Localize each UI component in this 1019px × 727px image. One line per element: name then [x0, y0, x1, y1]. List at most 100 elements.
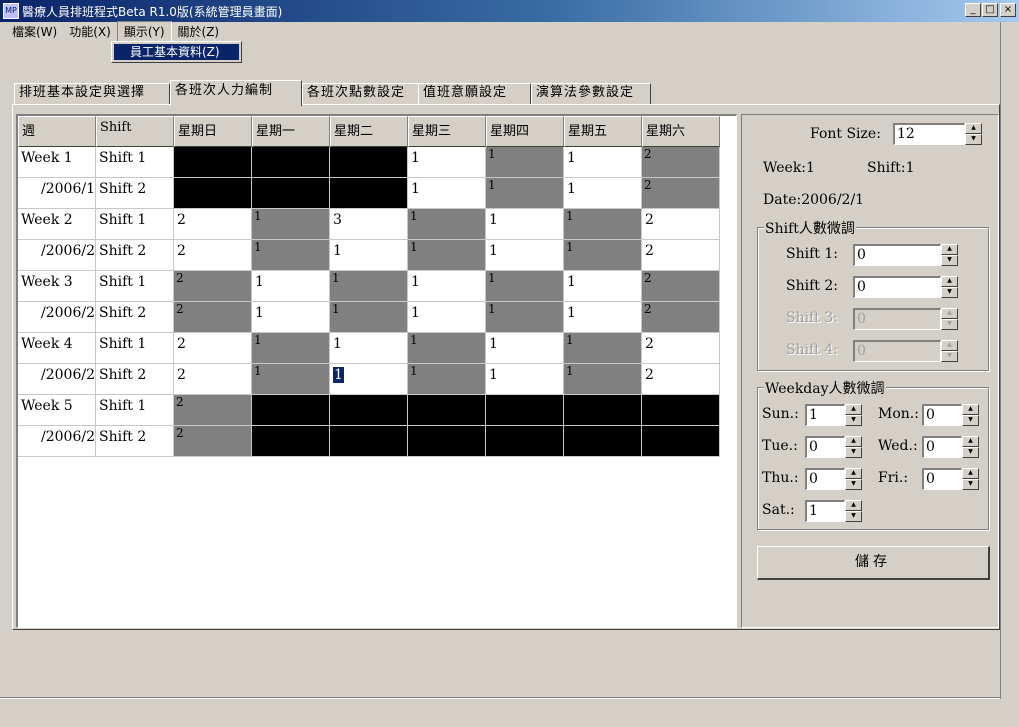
grid-header-cell[interactable]: 星期五	[564, 116, 642, 147]
save-button[interactable]: 儲存	[757, 546, 990, 580]
staff-count-cell[interactable]: 1	[564, 333, 642, 364]
shift-adjust-spinner[interactable]: 0 ▲ ▼	[853, 244, 958, 266]
shift-label-cell[interactable]: Shift 1	[96, 271, 174, 302]
shift-adjust-spinner[interactable]: 0 ▲ ▼	[853, 276, 958, 298]
minimize-icon[interactable]: _	[965, 3, 981, 17]
weekday-adjust-spinner[interactable]: 0 ▲ ▼	[805, 436, 862, 458]
staff-count-cell[interactable]: 2	[642, 240, 720, 271]
shift-label-cell[interactable]: Shift 2	[96, 426, 174, 457]
staff-count-cell[interactable]: 1	[486, 178, 564, 209]
shift-label-cell[interactable]: Shift 1	[96, 147, 174, 178]
menu-view[interactable]: 顯示(Y)	[116, 21, 172, 42]
staff-count-cell[interactable]: 1	[408, 271, 486, 302]
shift-label-cell[interactable]: Shift 2	[96, 302, 174, 333]
shift-label-cell[interactable]: Shift 1	[96, 333, 174, 364]
week-label-cell[interactable]: 2006/2/	[18, 302, 96, 333]
maximize-icon[interactable]: □	[982, 3, 998, 17]
week-label-cell[interactable]: Week 5	[18, 395, 96, 426]
staff-count-cell[interactable]: 1	[486, 209, 564, 240]
staff-count-cell[interactable]: 1	[408, 147, 486, 178]
staff-count-cell[interactable]: 1	[252, 209, 330, 240]
staff-count-cell[interactable]	[174, 147, 252, 178]
font-size-spinner[interactable]: 12 ▲ ▼	[893, 123, 982, 145]
grid-header-cell[interactable]: 星期三	[408, 116, 486, 147]
shift-adjust-input[interactable]: 0	[853, 244, 941, 266]
staff-count-cell[interactable]	[330, 395, 408, 426]
staff-count-cell[interactable]: 2	[642, 209, 720, 240]
weekday-adjust-spinner[interactable]: 0 ▲ ▼	[922, 468, 979, 490]
menu-item-employee-info[interactable]: 員工基本資料(Z)	[114, 44, 239, 60]
staff-count-cell[interactable]: 2	[642, 147, 720, 178]
staff-count-cell[interactable]: 1	[564, 302, 642, 333]
staff-count-cell[interactable]: 1	[408, 333, 486, 364]
spin-down-icon[interactable]: ▼	[845, 447, 862, 458]
week-label-cell[interactable]: 2006/1/	[18, 178, 96, 209]
close-icon[interactable]: ×	[1000, 3, 1016, 17]
grid-header-cell[interactable]: Shift	[96, 116, 174, 147]
spin-down-icon[interactable]: ▼	[845, 511, 862, 522]
staff-count-cell[interactable]: 1	[330, 240, 408, 271]
spin-up-icon[interactable]: ▲	[845, 404, 862, 415]
staff-count-cell[interactable]	[174, 178, 252, 209]
spin-up-icon[interactable]: ▲	[941, 244, 958, 255]
spin-down-icon[interactable]: ▼	[965, 134, 982, 145]
week-label-cell[interactable]: Week 3	[18, 271, 96, 302]
staff-count-cell[interactable]: 1	[486, 333, 564, 364]
staff-count-cell[interactable]: 1	[408, 364, 486, 395]
menu-about[interactable]: 關於(Z)	[172, 22, 226, 41]
weekday-adjust-input[interactable]: 0	[922, 468, 962, 490]
spin-up-icon[interactable]: ▲	[962, 468, 979, 479]
staff-count-cell[interactable]: 1	[330, 271, 408, 302]
week-label-cell[interactable]: 2006/2/	[18, 240, 96, 271]
grid-header-cell[interactable]: 星期日	[174, 116, 252, 147]
staff-count-cell[interactable]	[330, 178, 408, 209]
staff-count-cell[interactable]: 1	[564, 240, 642, 271]
staff-count-cell[interactable]: 1	[252, 302, 330, 333]
staff-count-cell[interactable]: 1	[252, 333, 330, 364]
staff-count-cell[interactable]: 1	[408, 302, 486, 333]
staff-count-cell[interactable]	[408, 395, 486, 426]
week-label-cell[interactable]: 2006/2/	[18, 426, 96, 457]
menu-function[interactable]: 功能(X)	[63, 22, 117, 41]
spin-up-icon[interactable]: ▲	[845, 468, 862, 479]
staff-count-cell[interactable]	[252, 178, 330, 209]
week-label-cell[interactable]: 2006/2/	[18, 364, 96, 395]
staff-count-cell[interactable]: 1	[330, 364, 408, 395]
week-label-cell[interactable]: Week 2	[18, 209, 96, 240]
staff-count-cell[interactable]: 2	[642, 302, 720, 333]
staff-count-cell[interactable]: 2	[174, 426, 252, 457]
staff-count-cell[interactable]: 1	[564, 364, 642, 395]
staff-count-cell[interactable]	[486, 426, 564, 457]
week-label-cell[interactable]: Week 4	[18, 333, 96, 364]
staff-count-cell[interactable]: 2	[174, 302, 252, 333]
staff-count-cell[interactable]: 2	[174, 395, 252, 426]
weekday-adjust-input[interactable]: 1	[805, 404, 845, 426]
staff-count-cell[interactable]	[252, 426, 330, 457]
staff-count-cell[interactable]: 2	[642, 364, 720, 395]
staff-count-cell[interactable]: 1	[408, 178, 486, 209]
grid-header-cell[interactable]: 週	[18, 116, 96, 147]
staff-count-cell[interactable]	[330, 426, 408, 457]
staff-count-cell[interactable]: 1	[486, 271, 564, 302]
spin-down-icon[interactable]: ▼	[941, 255, 958, 266]
spin-up-icon[interactable]: ▲	[845, 500, 862, 511]
staff-count-cell[interactable]: 1	[486, 147, 564, 178]
selected-value[interactable]: 1	[333, 367, 344, 383]
spin-up-icon[interactable]: ▲	[965, 123, 982, 134]
staff-count-cell[interactable]	[408, 426, 486, 457]
staff-count-cell[interactable]: 2	[174, 240, 252, 271]
tab-duty-preference[interactable]: 值班意願設定	[418, 83, 531, 104]
staff-count-cell[interactable]: 1	[252, 240, 330, 271]
spin-up-icon[interactable]: ▲	[962, 404, 979, 415]
staff-count-cell[interactable]: 1	[486, 240, 564, 271]
staff-count-cell[interactable]: 1	[564, 147, 642, 178]
staff-count-cell[interactable]: 2	[642, 178, 720, 209]
staff-count-cell[interactable]	[564, 426, 642, 457]
grid-header-cell[interactable]: 星期二	[330, 116, 408, 147]
staff-count-cell[interactable]: 2	[174, 333, 252, 364]
staff-count-cell[interactable]: 1	[252, 364, 330, 395]
staff-count-cell[interactable]: 1	[486, 364, 564, 395]
staff-count-cell[interactable]: 1	[252, 271, 330, 302]
weekday-adjust-input[interactable]: 0	[922, 404, 962, 426]
staff-count-cell[interactable]: 2	[174, 209, 252, 240]
